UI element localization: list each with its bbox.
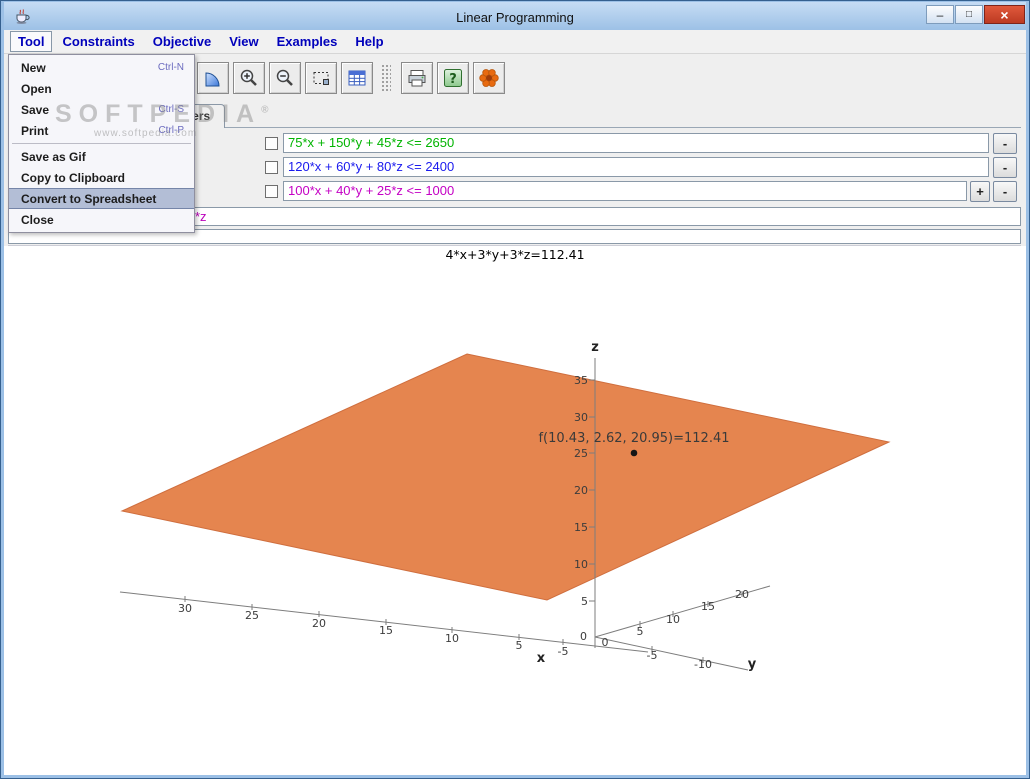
origin-label: 0 (602, 636, 609, 649)
window-title: Linear Programming (456, 10, 574, 25)
x-tick-label: -5 (558, 645, 569, 658)
menu-item-save-as-gif[interactable]: Save as Gif (9, 146, 194, 167)
constraint-1-expression: 75*x + 150*y + 45*z <= 2650 (288, 135, 455, 150)
menu-item-save[interactable]: Save Ctrl-S (9, 99, 194, 120)
help-icon: ? (444, 69, 462, 87)
optimum-point (630, 449, 638, 457)
constraint-3-field[interactable]: 100*x + 40*y + 25*z <= 1000 (283, 181, 967, 201)
x-tick-label: 15 (379, 624, 393, 637)
menu-view[interactable]: View (221, 31, 266, 52)
help-button[interactable]: ? (437, 62, 469, 94)
plot-title: 4*x+3*y+3*z=112.41 (445, 247, 584, 262)
z-tick-label: 20 (574, 484, 588, 497)
spreadsheet-icon (348, 70, 366, 86)
z-axis-label: z (591, 340, 599, 355)
menu-tool[interactable]: Tool (10, 31, 53, 52)
menu-help[interactable]: Help (347, 31, 391, 52)
titlebar[interactable]: Linear Programming – □ × (4, 2, 1026, 30)
constraint-1-checkbox[interactable] (265, 137, 278, 150)
constraint-3-checkbox[interactable] (265, 185, 278, 198)
x-axis-label: x (537, 651, 546, 666)
spreadsheet-button[interactable] (341, 62, 373, 94)
zoom-in-icon (240, 69, 257, 86)
menu-item-open[interactable]: Open (9, 78, 194, 99)
x-axis (119, 591, 649, 653)
add-constraint-button[interactable]: + (970, 181, 990, 202)
zoom-out-button[interactable] (269, 62, 301, 94)
menu-item-close[interactable]: Close (9, 209, 194, 230)
z-tick-label: 5 (581, 595, 588, 608)
menu-item-copy-to-clipboard[interactable]: Copy to Clipboard (9, 167, 194, 188)
close-button[interactable]: × (984, 5, 1025, 24)
quarter-disc-icon (205, 72, 220, 87)
maximize-button[interactable]: □ (955, 5, 983, 24)
menubar: Tool Constraints Objective View Examples… (4, 30, 1026, 54)
remove-constraint-2-button[interactable]: - (993, 157, 1017, 178)
zoom-region-button[interactable] (305, 62, 337, 94)
minimize-button[interactable]: – (926, 5, 954, 24)
toolbar-separator (381, 64, 391, 92)
app-window: Linear Programming – □ × Tool Constraint… (0, 0, 1030, 779)
y-tick-label: 5 (637, 625, 644, 638)
plot-area[interactable]: 4*x+3*y+3*z=112.41 5 10 15 20 25 30 35 -… (4, 246, 1026, 775)
plot-canvas: 4*x+3*y+3*z=112.41 5 10 15 20 25 30 35 -… (119, 247, 891, 672)
menu-item-new[interactable]: New Ctrl-N (9, 57, 194, 78)
remove-constraint-3-button[interactable]: - (993, 181, 1017, 202)
objective-plane (120, 353, 891, 601)
z-tick-label: 25 (574, 447, 588, 460)
y-tick-label: -10 (694, 658, 712, 671)
x-tick-label: 20 (312, 617, 326, 630)
optimum-annotation: f(10.43, 2.62, 20.95)=112.41 (538, 431, 729, 446)
selection-rectangle-icon (313, 72, 329, 85)
z-tick-label: 35 (574, 374, 588, 387)
svg-text:?: ? (449, 72, 457, 87)
zoom-in-button[interactable] (233, 62, 265, 94)
tool-menu-dropdown: New Ctrl-N Open Save Ctrl-S Print Ctrl-P… (8, 54, 195, 233)
y-tick-label: 20 (735, 588, 749, 601)
x-tick-label: 10 (445, 632, 459, 645)
constraint-2-field[interactable]: 120*x + 60*y + 80*z <= 2400 (283, 157, 989, 177)
menu-item-convert-to-spreadsheet[interactable]: Convert to Spreadsheet (9, 188, 194, 209)
y-tick-label: 15 (701, 600, 715, 613)
flower-button[interactable] (473, 62, 505, 94)
menu-separator (12, 143, 191, 144)
constraint-2-checkbox[interactable] (265, 161, 278, 174)
print-button[interactable] (401, 62, 433, 94)
menu-constraints[interactable]: Constraints (54, 31, 142, 52)
x-tick-label: 25 (245, 609, 259, 622)
remove-constraint-1-button[interactable]: - (993, 133, 1017, 154)
menu-examples[interactable]: Examples (269, 31, 346, 52)
z-tick-label: 10 (574, 558, 588, 571)
constraint-1-field[interactable]: 75*x + 150*y + 45*z <= 2650 (283, 133, 989, 153)
flower-icon (479, 69, 499, 87)
menu-objective[interactable]: Objective (145, 31, 220, 52)
objective-field[interactable]: 4*x+3*y+3*z (130, 207, 1021, 226)
constraint-3-expression: 100*x + 40*y + 25*z <= 1000 (288, 183, 455, 198)
y-axis-label: y (748, 657, 757, 672)
zoom-out-icon (276, 69, 293, 86)
x-tick-label: 30 (178, 602, 192, 615)
quarter-disc-button[interactable] (197, 62, 229, 94)
x-tick-label: 5 (516, 639, 523, 652)
y-axis-negative (594, 636, 749, 671)
origin-label: 0 (580, 630, 587, 643)
menu-item-print[interactable]: Print Ctrl-P (9, 120, 194, 141)
z-tick-label: 15 (574, 521, 588, 534)
constraint-2-expression: 120*x + 60*y + 80*z <= 2400 (288, 159, 455, 174)
y-tick-label: -5 (647, 649, 658, 662)
y-tick-label: 10 (666, 613, 680, 626)
z-tick-label: 30 (574, 411, 588, 424)
printer-icon (408, 70, 426, 87)
